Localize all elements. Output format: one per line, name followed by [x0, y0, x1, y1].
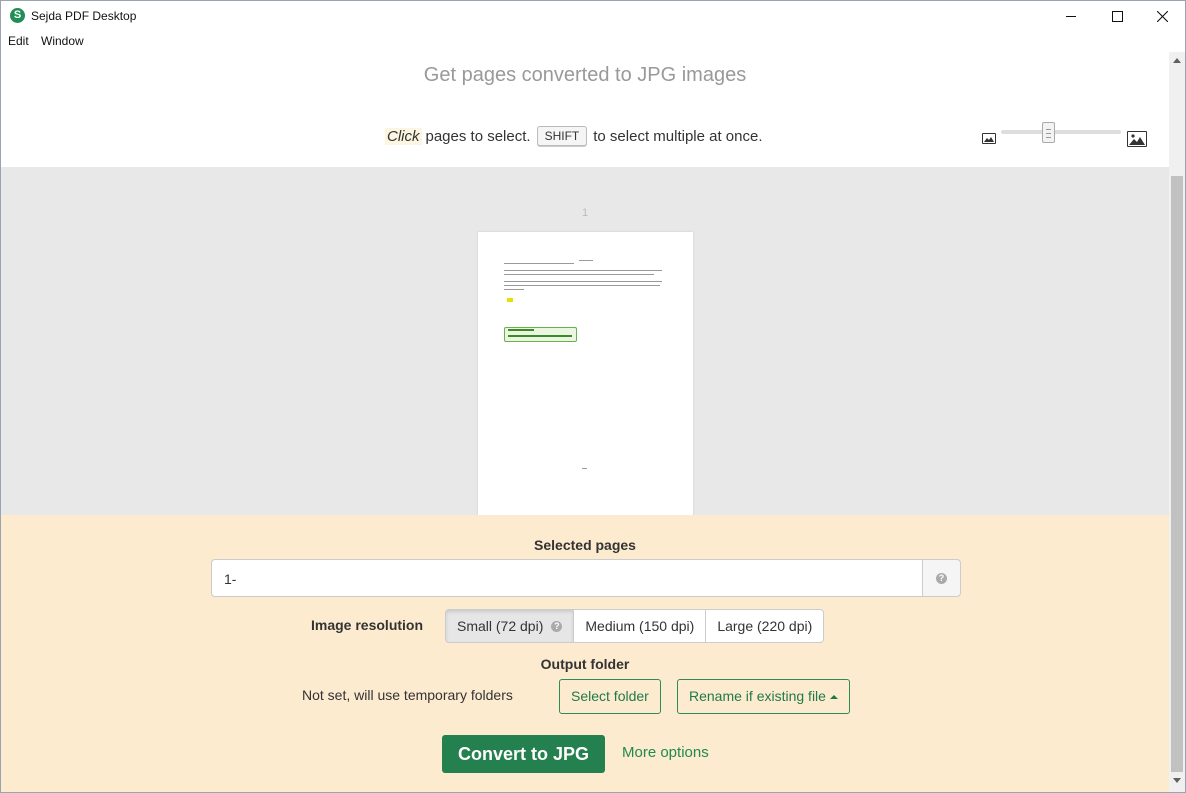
small-image-icon[interactable] [982, 133, 996, 144]
resolution-large-button[interactable]: Large (220 dpi) [705, 609, 825, 643]
scrollbar-thumb[interactable] [1171, 176, 1183, 772]
scroll-down-arrow-icon[interactable] [1173, 778, 1181, 783]
maximize-button[interactable] [1094, 1, 1140, 31]
maximize-icon [1111, 10, 1123, 22]
menu-bar: Edit Window [1, 31, 1185, 52]
resolution-small-label: Small (72 dpi) [457, 618, 544, 634]
help-icon[interactable]: ? [551, 620, 563, 632]
page-preview-area: 1 [1, 167, 1169, 515]
convert-to-jpg-button[interactable]: Convert to JPG [442, 735, 605, 773]
output-folder-label: Output folder [540, 656, 630, 672]
app-window: S Sejda PDF Desktop Edit Window Get page… [0, 0, 1186, 793]
resolution-small-button[interactable]: Small (72 dpi) ? [445, 609, 575, 643]
selection-hint: Click pages to select. SHIFT to select m… [385, 126, 763, 146]
scroll-up-arrow-icon[interactable] [1173, 58, 1181, 63]
hint-text-end: to select multiple at once. [593, 127, 763, 145]
rename-if-existing-dropdown[interactable]: Rename if existing file [677, 679, 850, 714]
page-header: Get pages converted to JPG images Click … [1, 52, 1169, 167]
page-thumbnail[interactable] [478, 232, 693, 515]
selected-pages-input[interactable]: 1- [211, 559, 922, 597]
resolution-large-label: Large (220 dpi) [717, 618, 813, 634]
vertical-scrollbar[interactable] [1169, 52, 1185, 792]
output-folder-status: Not set, will use temporary folders [302, 687, 513, 703]
menu-window[interactable]: Window [41, 34, 84, 48]
close-icon [1156, 10, 1168, 22]
large-image-icon[interactable] [1127, 131, 1147, 147]
shift-key-badge: SHIFT [536, 126, 588, 146]
resolution-medium-label: Medium (150 dpi) [585, 618, 695, 634]
window-title: Sejda PDF Desktop [31, 9, 137, 23]
close-button[interactable] [1139, 1, 1185, 31]
menu-edit[interactable]: Edit [8, 34, 29, 48]
thumbnail-size-slider[interactable] [1001, 130, 1121, 134]
hint-click: Click [385, 127, 422, 145]
more-options-link[interactable]: More options [622, 744, 709, 761]
sticky-note-icon [507, 298, 513, 302]
resolution-button-group: Small (72 dpi) ? Medium (150 dpi) Large … [445, 609, 825, 643]
page-title: Get pages converted to JPG images [423, 64, 747, 86]
selected-pages-help-button[interactable]: ? [922, 559, 961, 597]
title-bar: S Sejda PDF Desktop [1, 1, 1185, 31]
rename-option-label: Rename if existing file [689, 688, 826, 704]
resolution-medium-button[interactable]: Medium (150 dpi) [573, 609, 707, 643]
help-icon: ? [936, 573, 947, 584]
slider-handle[interactable] [1042, 122, 1055, 143]
caret-up-icon [829, 695, 838, 700]
select-folder-button[interactable]: Select folder [559, 679, 661, 714]
approved-stamp [504, 327, 577, 342]
minimize-button[interactable] [1048, 1, 1094, 31]
selected-pages-label: Selected pages [534, 537, 636, 553]
options-panel: Selected pages 1- ? Image resolution Sma… [1, 515, 1169, 792]
sejda-logo-icon: S [10, 8, 25, 23]
minimize-icon [1066, 15, 1076, 17]
image-resolution-label: Image resolution [311, 617, 424, 633]
hint-text: pages to select. [425, 127, 531, 145]
page-number: 1 [581, 207, 589, 219]
